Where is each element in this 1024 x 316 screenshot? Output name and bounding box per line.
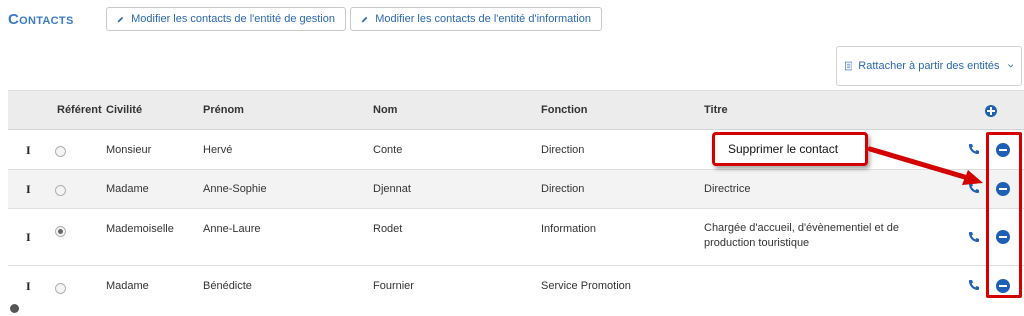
table-header: Référent Civilité Prénom Nom Fonction Ti… xyxy=(8,90,1024,130)
header-prenom: Prénom xyxy=(203,104,244,116)
phone-icon[interactable] xyxy=(968,182,980,194)
cell-civilite: Madame xyxy=(106,183,149,195)
info-icon xyxy=(10,304,19,313)
cell-civilite: Madame xyxy=(106,280,149,292)
attach-from-entities-dropdown[interactable]: Rattacher à partir des entités xyxy=(836,46,1022,86)
phone-icon[interactable] xyxy=(968,231,980,243)
edit-gestion-contacts-button[interactable]: Modifier les contacts de l'entité de ges… xyxy=(106,7,346,31)
annotation-highlight-box xyxy=(986,132,1022,298)
header-fonction: Fonction xyxy=(541,104,588,116)
referent-radio[interactable] xyxy=(55,185,66,196)
cell-titre: Directrice xyxy=(704,183,751,195)
cell-nom: Rodet xyxy=(373,223,403,235)
edit-info-label: Modifier les contacts de l'entité d'info… xyxy=(375,13,591,25)
drag-handle-icon[interactable]: I xyxy=(26,279,31,294)
header-referent: Référent xyxy=(57,104,102,116)
cell-nom: Conte xyxy=(373,144,403,156)
cell-nom: Fournier xyxy=(373,280,414,292)
drag-handle-icon[interactable]: I xyxy=(26,143,31,158)
header-civilite: Civilité xyxy=(106,104,143,116)
list-icon xyxy=(845,61,853,71)
referent-radio[interactable] xyxy=(55,283,66,294)
cell-fonction: Direction xyxy=(541,183,585,195)
cell-prenom: Hervé xyxy=(203,144,233,156)
cell-nom: Djennat xyxy=(373,183,411,195)
cell-fonction: Service Promotion xyxy=(541,280,631,292)
table-row: I Monsieur Hervé Conte Direction xyxy=(8,130,1024,170)
contacts-table: Référent Civilité Prénom Nom Fonction Ti… xyxy=(8,90,1024,306)
phone-icon[interactable] xyxy=(968,143,980,155)
footer-note xyxy=(10,304,1020,316)
annotation-callout: Supprimer le contact xyxy=(712,132,868,166)
cell-fonction: Information xyxy=(541,223,597,235)
section-title: Contacts xyxy=(8,11,74,28)
table-row: I Mademoiselle Anne-Laure Rodet Informat… xyxy=(8,209,1024,266)
cell-prenom: Anne-Sophie xyxy=(203,183,267,195)
table-row: I Madame Bénédicte Fournier Service Prom… xyxy=(8,266,1024,306)
header-titre: Titre xyxy=(704,104,728,116)
phone-icon[interactable] xyxy=(968,279,980,291)
cell-civilite: Mademoiselle xyxy=(106,223,174,235)
pencil-icon xyxy=(117,16,124,22)
pencil-icon xyxy=(361,16,368,23)
drag-handle-icon[interactable]: I xyxy=(26,230,31,245)
drag-handle-icon[interactable]: I xyxy=(26,182,31,197)
attach-label: Rattacher à partir des entités xyxy=(858,60,1000,72)
referent-radio[interactable] xyxy=(55,146,66,157)
edit-info-contacts-button[interactable]: Modifier les contacts de l'entité d'info… xyxy=(350,7,602,31)
cell-prenom: Bénédicte xyxy=(203,280,252,292)
edit-gestion-label: Modifier les contacts de l'entité de ges… xyxy=(131,13,335,25)
add-contact-icon[interactable] xyxy=(985,105,997,117)
cell-titre: Chargée d'accueil, d'évènementiel et de … xyxy=(704,222,899,249)
header-nom: Nom xyxy=(373,104,398,116)
chevron-down-icon xyxy=(1007,64,1013,68)
cell-prenom: Anne-Laure xyxy=(203,223,261,235)
cell-fonction: Direction xyxy=(541,144,585,156)
referent-radio-selected[interactable] xyxy=(55,226,66,237)
cell-civilite: Monsieur xyxy=(106,144,152,156)
table-row: I Madame Anne-Sophie Djennat Direction D… xyxy=(8,170,1024,209)
